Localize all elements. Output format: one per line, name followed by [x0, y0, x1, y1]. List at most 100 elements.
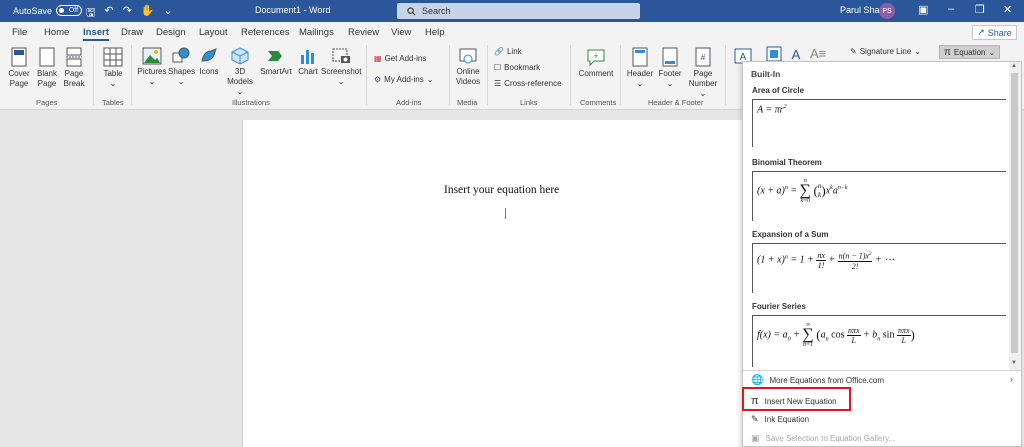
text-cursor [505, 208, 506, 219]
signature-icon: ✎ [850, 47, 857, 56]
pictures-button[interactable]: Pictures ⌄ [137, 47, 167, 87]
autosave[interactable]: AutoSave Off [13, 5, 83, 16]
undo-icon[interactable]: ↶ [104, 4, 113, 23]
shapes-button[interactable]: Shapes ⌄ [168, 47, 195, 87]
my-addins-button[interactable]: ⚙ My Add-ins ⌄ [374, 75, 433, 84]
footer-icon [662, 47, 678, 67]
svg-text:A: A [792, 47, 801, 62]
pictures-icon [142, 47, 162, 65]
link-button[interactable]: 🔗 Link [494, 47, 522, 56]
page-number-icon: # [695, 47, 711, 67]
footer-button[interactable]: Footer ⌄ [656, 47, 684, 89]
icons-button[interactable]: Icons [197, 47, 221, 77]
icons-icon [201, 48, 217, 62]
group-label-links: Links [520, 98, 538, 107]
equation-area-of-circle[interactable]: A = πr2 [752, 99, 1006, 147]
equation-fourier-series[interactable]: f(x) = a0 + ∞ ∑ n=1 (an cos nπx L + bn sin … [752, 315, 1006, 367]
dropdown-divider [743, 370, 1021, 371]
close-icon[interactable]: ✕ [1003, 3, 1012, 16]
header-button[interactable]: Header ⌄ [625, 47, 655, 89]
ribbon-separator [725, 45, 726, 105]
3d-models-button[interactable]: 3D Models ⌄ [225, 47, 255, 97]
tab-view[interactable]: View [391, 27, 411, 38]
tab-draw[interactable]: Draw [121, 27, 143, 38]
drop-cap-icon[interactable]: A≡ [810, 46, 826, 61]
smartart-button[interactable]: SmartArt [258, 47, 294, 77]
equation-button[interactable]: π Equation ⌄ [939, 45, 1001, 59]
store-icon: ▦ [374, 54, 382, 63]
title-bar: AutoSave Off 🖫 ↶ ↷ ✋ ⌄ Document1 - Word … [0, 0, 1024, 22]
table-button[interactable]: Table ⌄ [99, 47, 127, 89]
group-label-illustrations: Illustrations [232, 98, 270, 107]
redo-icon[interactable]: ↷ [123, 4, 132, 23]
dropdown-scrollbar[interactable]: ▲ ▼ [1009, 62, 1021, 370]
bookmark-button[interactable]: ☐ Bookmark [494, 63, 540, 72]
document-body-text[interactable]: Insert your equation here [444, 184, 559, 196]
customize-qat-icon[interactable]: ⌄ [164, 4, 173, 23]
ribbon-separator [366, 45, 367, 105]
more-equations-item[interactable]: 🌐 More Equations from Office.com [751, 375, 884, 386]
tab-references[interactable]: References [241, 27, 290, 38]
ribbon-separator [131, 45, 132, 105]
screenshot-button[interactable]: Screenshot ⌄ [321, 47, 361, 87]
minimize-icon[interactable]: – [948, 3, 954, 15]
section-area-of-circle: Area of Circle [752, 86, 805, 95]
equation-expansion-of-sum[interactable]: (1 + x)n = 1 + nx 1! + n(n − 1)x2 2! + ⋯ [752, 243, 1006, 293]
svg-text:#: # [701, 53, 706, 62]
link-icon: 🔗 [494, 47, 504, 56]
page-number-button[interactable]: # Page Number ⌄ [686, 47, 720, 99]
online-videos-button[interactable]: Online Videos [453, 47, 483, 87]
tab-insert[interactable]: Insert [83, 27, 109, 41]
search-icon [407, 6, 416, 15]
highlight-box [742, 387, 851, 411]
menu-bar: File Home Insert Draw Design Layout Refe… [0, 22, 1024, 41]
blank-page-icon [39, 47, 55, 67]
comment-button[interactable]: + Comment [576, 47, 616, 79]
signature-line-button[interactable]: ✎ Signature Line ⌄ [850, 47, 921, 56]
scroll-up-icon[interactable]: ▲ [1011, 63, 1017, 69]
save-icon[interactable]: 🖫 [86, 4, 95, 23]
save-gallery-icon: ▣ [751, 433, 760, 443]
tab-mailings[interactable]: Mailings [299, 27, 334, 38]
share-button[interactable]: ↗ Share [972, 25, 1017, 40]
tab-file[interactable]: File [12, 27, 27, 38]
document-page[interactable] [242, 120, 802, 447]
3d-cube-icon [231, 47, 249, 65]
autosave-toggle[interactable]: Off [56, 5, 83, 16]
share-icon: ↗ [977, 27, 985, 37]
autosave-label: AutoSave [13, 5, 53, 16]
search-box[interactable]: Search [397, 3, 640, 19]
globe-icon: 🌐 [751, 375, 764, 386]
restore-icon[interactable]: ❐ [975, 3, 985, 16]
tab-review[interactable]: Review [348, 27, 379, 38]
tab-home[interactable]: Home [44, 27, 69, 38]
chevron-right-icon: › [1010, 374, 1013, 384]
blank-page-button[interactable]: Blank Page [35, 47, 59, 89]
group-label-tables: Tables [102, 98, 124, 107]
tab-design[interactable]: Design [156, 27, 186, 38]
group-label-header-footer: Header & Footer [648, 98, 704, 107]
pi-icon: π [944, 46, 951, 58]
scroll-thumb[interactable] [1011, 73, 1018, 353]
bookmark-icon: ☐ [494, 63, 502, 72]
cover-page-button[interactable]: Cover Page [6, 47, 32, 89]
document-title: Document1 - Word [255, 5, 331, 15]
page-break-button[interactable]: Page Break [62, 47, 86, 89]
equation-binomial-theorem[interactable]: (x + a)n = n ∑ k=0 (n k)xkan−k [752, 171, 1006, 221]
touch-mode-icon[interactable]: ✋ [141, 4, 155, 23]
get-addins-button[interactable]: ▦ Get Add-ins [374, 54, 426, 63]
chart-button[interactable]: Chart [296, 47, 320, 77]
save-selection-item: ▣ Save Selection to Equation Gallery... [751, 433, 896, 443]
scroll-down-icon[interactable]: ▼ [1011, 360, 1017, 366]
ribbon-display-icon[interactable]: ▣ [918, 3, 928, 16]
tab-layout[interactable]: Layout [199, 27, 228, 38]
svg-text:+: + [593, 51, 598, 61]
ribbon-separator [487, 45, 488, 105]
avatar[interactable]: PS [879, 3, 895, 19]
cross-reference-button[interactable]: ☰ Cross-reference [494, 79, 562, 88]
cross-reference-icon: ☰ [494, 79, 502, 88]
tab-help[interactable]: Help [425, 27, 445, 38]
ink-equation-item[interactable]: ✎ Ink Equation [751, 414, 809, 425]
comment-icon: + [587, 49, 605, 67]
addins-icon: ⚙ [374, 75, 382, 84]
